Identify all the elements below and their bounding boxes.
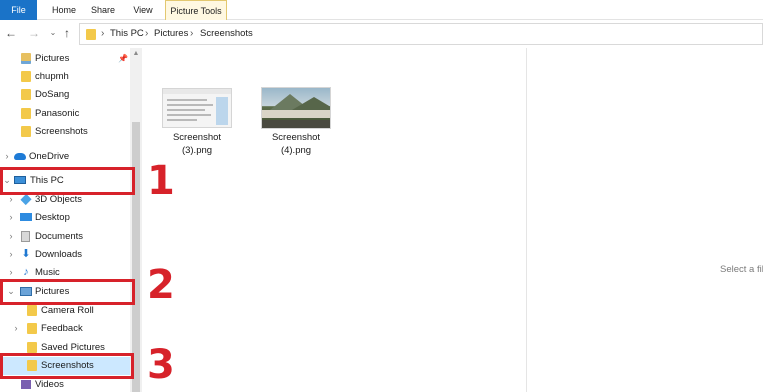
cloud-icon [14,153,26,160]
forward-arrow-icon[interactable]: → [27,26,41,40]
tab-home[interactable]: Home [47,0,81,20]
file-thumbnail-screenshot-3[interactable] [162,88,232,128]
scroll-up-arrow-icon[interactable]: ▲ [131,50,141,57]
videos-icon [21,380,31,389]
nav-item-dosang[interactable]: DoSang [0,86,130,103]
preview-pane-divider[interactable] [526,48,527,392]
nav-item-label: Desktop [35,212,70,223]
nav-item-panasonic[interactable]: Panasonic [0,105,130,122]
folder-icon [21,71,31,82]
breadcrumb-separator-icon: › [101,28,105,39]
annotation-number-3: 3 [147,342,175,388]
nav-item-label: OneDrive [29,151,70,162]
tab-share[interactable]: Share [88,0,118,20]
pictures-folder-icon [21,53,31,64]
nav-item-label: Panasonic [35,108,80,119]
annotation-box-screenshots [0,353,134,379]
nav-item-label: Feedback [41,323,83,334]
file-name-line: (4).png [280,145,312,156]
breadcrumb-screenshots[interactable]: Screenshots [200,28,253,39]
thumbnail-text-line [167,114,211,116]
scrollbar-thumb[interactable] [132,122,140,392]
nav-item-pictures-pinned[interactable]: Pictures 📌 [0,50,130,67]
folder-icon [21,126,31,137]
nav-item-onedrive[interactable]: › OneDrive [0,148,130,165]
folder-icon [21,108,31,119]
music-note-icon: ♪ [23,266,29,278]
back-arrow-icon[interactable]: ← [4,26,18,40]
thumbnail-text-line [167,119,197,121]
nav-item-label: Screenshots [35,126,88,137]
folder-icon [27,342,37,353]
annotation-number-2: 2 [147,262,175,308]
folder-icon [27,305,37,316]
desktop-icon [20,213,32,221]
nav-item-chupmh[interactable]: chupmh [0,68,130,85]
nav-item-label: Downloads [35,249,82,260]
thumbnail-buildings [262,110,330,118]
tab-view[interactable]: View [128,0,158,20]
tab-file[interactable]: File [0,0,37,20]
file-name-line: (3).png [181,145,213,156]
chevron-right-icon[interactable]: › [7,246,15,263]
thumbnail-text-line [167,104,213,106]
nav-item-screenshots-quick[interactable]: Screenshots [0,123,130,140]
nav-item-label: Documents [35,231,84,242]
annotation-box-this-pc [0,167,135,195]
thumbnail-sidebar [216,97,228,125]
pin-icon: 📌 [118,54,128,63]
folder-icon [27,323,37,334]
file-name-line: Screenshot [172,132,222,143]
thumbnail-road [262,120,330,128]
chevron-right-icon[interactable]: › [7,228,15,245]
tab-picture-tools[interactable]: Picture Tools [165,0,227,20]
folder-icon [21,89,31,100]
nav-item-downloads[interactable]: › ⬇ Downloads [0,246,130,263]
cube-icon [20,193,32,206]
nav-item-label: DoSang [35,89,70,100]
nav-item-desktop[interactable]: › Desktop [0,209,130,226]
nav-item-label: Pictures [35,53,70,64]
breadcrumb-this-pc[interactable]: This PC [110,28,144,39]
thumbnail-text-line [167,99,207,101]
address-bar[interactable]: › This PC › Pictures › Screenshots [79,23,763,45]
breadcrumb-separator-icon: › [145,28,149,39]
up-arrow-icon[interactable]: ↑ [60,26,74,40]
nav-item-feedback[interactable]: › Feedback [0,320,130,337]
file-name-screenshot-3[interactable]: Screenshot (3).png [152,131,242,157]
thumbnail-mountain [292,97,330,110]
thumbnail-text-line [167,109,205,111]
folder-icon [86,29,96,40]
preview-pane-message: Select a fil [720,264,763,275]
download-arrow-icon: ⬇ [21,248,31,260]
breadcrumb-pictures[interactable]: Pictures [154,28,188,39]
chevron-right-icon[interactable]: › [12,320,20,337]
thumbnail-titlebar [163,89,231,94]
chevron-right-icon[interactable]: › [3,148,11,165]
file-name-screenshot-4[interactable]: Screenshot (4).png [251,131,341,157]
nav-item-documents[interactable]: › Documents [0,228,130,245]
recent-locations-chevron-icon[interactable]: ⌄ [46,26,60,40]
document-icon [21,231,30,242]
nav-item-label: chupmh [35,71,69,82]
breadcrumb-separator-icon: › [190,28,194,39]
annotation-number-1: 1 [147,158,175,204]
chevron-right-icon[interactable]: › [7,209,15,226]
file-thumbnail-screenshot-4[interactable] [261,87,331,129]
ribbon-tabs: File Home Share View Picture Tools [0,0,763,20]
annotation-box-pictures [0,279,135,305]
navigation-bar: ← → ⌄ ↑ › This PC › Pictures › Screensho… [0,21,763,47]
file-name-line: Screenshot [271,132,321,143]
